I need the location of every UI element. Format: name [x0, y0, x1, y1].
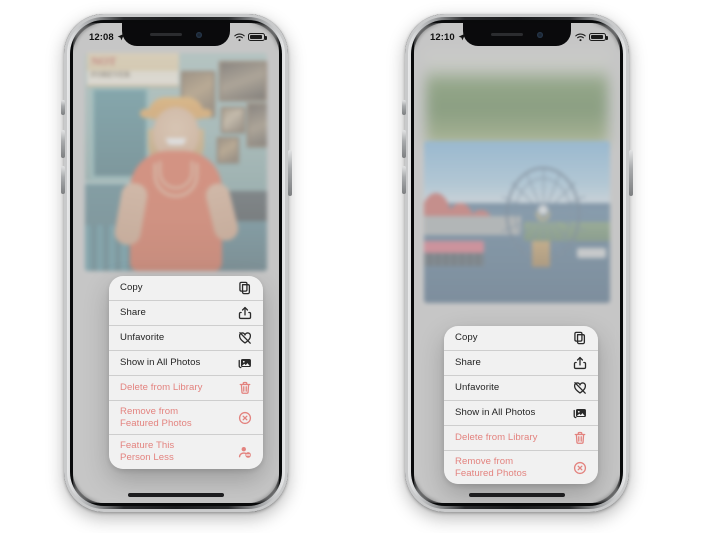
menu-item-label: Show in All Photos — [120, 357, 201, 369]
menu-item-show-in-all-photos[interactable]: Show in All Photos — [109, 351, 263, 376]
menu-item-label: Remove from Featured Photos — [455, 456, 527, 479]
volume-down-button-right[interactable] — [401, 166, 406, 194]
menu-item-unfavorite[interactable]: Unfavorite — [109, 326, 263, 351]
copy-icon — [238, 281, 252, 295]
screenshot-canvas: NOT FOREVER — [0, 0, 704, 533]
x-circle-icon — [573, 461, 587, 475]
phone-screen-left: NOT FOREVER — [73, 23, 279, 503]
menu-item-label: Feature This Person Less — [120, 440, 175, 464]
share-icon — [238, 306, 252, 320]
menu-item-label: Copy — [120, 282, 143, 294]
wifi-icon — [574, 33, 586, 41]
menu-item-label: Show in All Photos — [455, 407, 536, 419]
person-minus-icon — [238, 445, 252, 459]
trash-icon — [573, 431, 587, 445]
menu-item-label: Copy — [455, 332, 478, 344]
status-bar-time: 12:08 — [89, 31, 114, 43]
x-circle-icon — [238, 411, 252, 425]
battery-icon — [589, 33, 608, 41]
iphone-left: NOT FOREVER — [60, 14, 292, 512]
status-bar-right-group — [233, 33, 267, 42]
heart-slash-icon — [573, 381, 587, 395]
menu-item-show-in-all-photos[interactable]: Show in All Photos — [444, 401, 598, 426]
menu-item-label: Unfavorite — [120, 332, 165, 344]
menu-item-remove-from-featured-photos[interactable]: Remove from Featured Photos — [444, 451, 598, 484]
home-indicator-right[interactable] — [469, 493, 565, 497]
silent-switch-left[interactable] — [61, 100, 65, 115]
phone-screen-right: 12:10 Copy Share Unfavorite Show in All … — [414, 23, 620, 503]
status-bar-time: 12:10 — [430, 31, 455, 43]
menu-item-feature-this-person-less[interactable]: Feature This Person Less — [109, 435, 263, 468]
menu-item-label: Unfavorite — [455, 382, 500, 394]
location-arrow-icon — [458, 33, 466, 41]
power-button-right[interactable] — [628, 150, 633, 196]
menu-item-remove-from-featured-photos[interactable]: Remove from Featured Photos — [109, 401, 263, 436]
phone-bezel-left: NOT FOREVER — [70, 20, 282, 506]
menu-item-copy[interactable]: Copy — [109, 276, 263, 301]
menu-item-label: Remove from Featured Photos — [120, 406, 192, 429]
trash-icon — [238, 381, 252, 395]
volume-up-button-left[interactable] — [60, 130, 65, 158]
menu-item-copy[interactable]: Copy — [444, 326, 598, 351]
power-button-left[interactable] — [287, 150, 292, 196]
status-bar-left-group: 12:10 — [430, 32, 466, 43]
status-bar-right: 12:10 — [414, 23, 620, 47]
wifi-icon — [233, 33, 245, 41]
status-bar-left-group: 12:08 — [89, 32, 125, 43]
menu-item-delete-from-library[interactable]: Delete from Library — [444, 426, 598, 451]
menu-item-label: Delete from Library — [120, 382, 203, 394]
photo-stack-icon — [238, 356, 252, 370]
phone-bezel-right: 12:10 Copy Share Unfavorite Show in All … — [411, 20, 623, 506]
volume-up-button-right[interactable] — [401, 130, 406, 158]
status-bar-left: 12:08 — [73, 23, 279, 47]
silent-switch-right[interactable] — [402, 100, 406, 115]
volume-down-button-left[interactable] — [60, 166, 65, 194]
status-bar-right-group — [574, 33, 608, 42]
heart-slash-icon — [238, 331, 252, 345]
home-indicator-left[interactable] — [128, 493, 224, 497]
menu-item-label: Delete from Library — [455, 432, 538, 444]
iphone-right: 12:10 Copy Share Unfavorite Show in All … — [401, 14, 633, 512]
copy-icon — [573, 331, 587, 345]
share-icon — [573, 356, 587, 370]
photo-stack-icon — [573, 406, 587, 420]
battery-icon — [248, 33, 267, 41]
menu-item-label: Share — [455, 357, 481, 369]
menu-item-share[interactable]: Share — [444, 351, 598, 376]
menu-item-unfavorite[interactable]: Unfavorite — [444, 376, 598, 401]
context-menu-left[interactable]: Copy Share Unfavorite Show in All Photos… — [109, 276, 263, 469]
menu-item-delete-from-library[interactable]: Delete from Library — [109, 376, 263, 401]
menu-item-label: Share — [120, 307, 146, 319]
location-arrow-icon — [117, 33, 125, 41]
context-menu-right[interactable]: Copy Share Unfavorite Show in All Photos… — [444, 326, 598, 485]
menu-item-share[interactable]: Share — [109, 301, 263, 326]
